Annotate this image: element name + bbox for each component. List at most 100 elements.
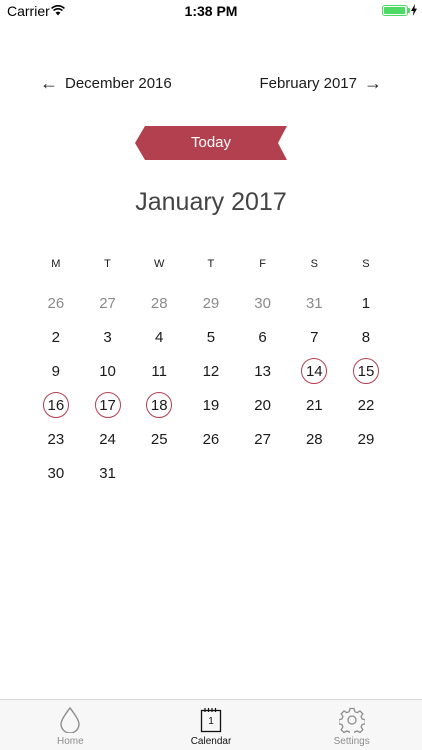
day-number: 14: [305, 362, 323, 380]
day-cell[interactable]: 12: [185, 354, 237, 388]
day-cell[interactable]: 22: [340, 388, 392, 422]
day-number: 26: [202, 430, 220, 448]
day-number: 29: [357, 430, 375, 448]
day-number: 21: [305, 396, 323, 414]
day-cell[interactable]: 27: [237, 422, 289, 456]
day-cell-other-month[interactable]: 26: [30, 286, 82, 320]
charging-bolt-icon: [411, 4, 417, 16]
day-cell[interactable]: 8: [340, 320, 392, 354]
day-cell[interactable]: 28: [288, 422, 340, 456]
calendar-icon-day: 1: [208, 716, 214, 727]
calendar-icon: 1: [200, 707, 222, 733]
tab-home[interactable]: Home: [0, 700, 141, 750]
day-cell-other-month[interactable]: 31: [288, 286, 340, 320]
week-row: 16 17 18 19 20 21 22: [30, 388, 392, 422]
day-number: 30: [254, 294, 271, 312]
day-number: 16: [47, 396, 65, 414]
calendar-grid: 26 27 28 29 30 31 1 2 3 4 5 6 7 8 9 10 11 12 13 14 15 16 17 18 1…: [30, 286, 392, 490]
day-cell[interactable]: 31: [82, 456, 134, 490]
next-month-label: February 2017: [259, 74, 357, 92]
previous-month-button[interactable]: ← December 2016: [40, 74, 172, 92]
day-cell-other-month[interactable]: 30: [237, 286, 289, 320]
week-row: 26 27 28 29 30 31 1: [30, 286, 392, 320]
day-cell[interactable]: 23: [30, 422, 82, 456]
battery-tip: [408, 8, 410, 13]
day-cell[interactable]: 25: [133, 422, 185, 456]
day-cell[interactable]: 24: [82, 422, 134, 456]
day-cell[interactable]: 5: [185, 320, 237, 354]
tab-calendar-label: Calendar: [190, 736, 232, 747]
tab-calendar[interactable]: 1 Calendar: [141, 700, 282, 750]
day-cell[interactable]: 21: [288, 388, 340, 422]
day-cell-marked[interactable]: 14: [288, 354, 340, 388]
day-cell[interactable]: 20: [237, 388, 289, 422]
day-number: 5: [206, 328, 216, 346]
day-number: 3: [103, 328, 112, 346]
day-number: 13: [254, 362, 271, 380]
gear-icon: [338, 707, 365, 733]
day-number: 12: [202, 362, 220, 380]
day-cell-other-month[interactable]: 28: [133, 286, 185, 320]
tab-home-label: Home: [56, 736, 84, 747]
day-number: 19: [202, 396, 220, 414]
day-cell-other-month[interactable]: 29: [185, 286, 237, 320]
weekday-label: F: [259, 258, 266, 270]
day-cell[interactable]: 3: [82, 320, 134, 354]
weekday-label: M: [51, 258, 61, 270]
day-cell-marked[interactable]: 18: [133, 388, 185, 422]
day-cell[interactable]: 9: [30, 354, 82, 388]
day-number: 17: [99, 396, 116, 414]
weekday-label: W: [154, 258, 165, 270]
day-number: 28: [150, 294, 168, 312]
day-cell[interactable]: 10: [82, 354, 134, 388]
day-cell[interactable]: 29: [340, 422, 392, 456]
battery-fill: [384, 7, 405, 14]
today-label: Today: [190, 134, 232, 151]
day-number: 24: [99, 430, 116, 448]
day-cell[interactable]: 11: [133, 354, 185, 388]
month-title: January 2017: [135, 188, 287, 216]
day-cell-other-month[interactable]: 27: [82, 286, 134, 320]
previous-month-label: December 2016: [65, 74, 172, 92]
day-cell[interactable]: 30: [30, 456, 82, 490]
day-cell[interactable]: 26: [185, 422, 237, 456]
week-row: 9 10 11 12 13 14 15: [30, 354, 392, 388]
day-number: 2: [51, 328, 61, 346]
tab-settings[interactable]: Settings: [281, 700, 422, 750]
day-number: 18: [150, 396, 168, 414]
drop-icon: [60, 707, 81, 733]
day-cell-marked[interactable]: 16: [30, 388, 82, 422]
day-number: 30: [47, 464, 65, 482]
day-cell[interactable]: 7: [288, 320, 340, 354]
day-cell[interactable]: 2: [30, 320, 82, 354]
day-number: 20: [254, 396, 271, 414]
day-number: 29: [202, 294, 220, 312]
week-row: 2 3 4 5 6 7 8: [30, 320, 392, 354]
tab-settings-label: Settings: [333, 736, 370, 747]
weekday-label: S: [310, 258, 318, 270]
arrow-left-icon: ←: [40, 73, 58, 93]
weekday-label: T: [104, 258, 111, 270]
week-row: 23 24 25 26 27 28 29: [30, 422, 392, 456]
day-cell[interactable]: 13: [237, 354, 289, 388]
day-number: 26: [47, 294, 65, 312]
week-row: 30 31: [30, 456, 392, 490]
day-number: 27: [254, 430, 271, 448]
today-button[interactable]: Today: [135, 126, 287, 160]
battery-icon: [382, 5, 408, 16]
status-bar: Carrier 1:38 PM: [0, 0, 422, 22]
day-number: 10: [99, 362, 116, 380]
next-month-button[interactable]: February 2017 →: [259, 74, 382, 92]
day-number: 9: [51, 362, 61, 380]
day-number: 11: [151, 362, 167, 380]
month-navigation: ← December 2016 February 2017 →: [0, 72, 422, 98]
day-cell[interactable]: 19: [185, 388, 237, 422]
day-cell[interactable]: 1: [340, 286, 392, 320]
day-cell[interactable]: 6: [237, 320, 289, 354]
day-cell-marked[interactable]: 17: [82, 388, 134, 422]
day-cell[interactable]: 4: [133, 320, 185, 354]
day-number: 4: [155, 328, 164, 346]
clock: 1:38 PM: [184, 3, 238, 19]
day-number: 6: [258, 328, 267, 346]
day-cell-marked[interactable]: 15: [340, 354, 392, 388]
